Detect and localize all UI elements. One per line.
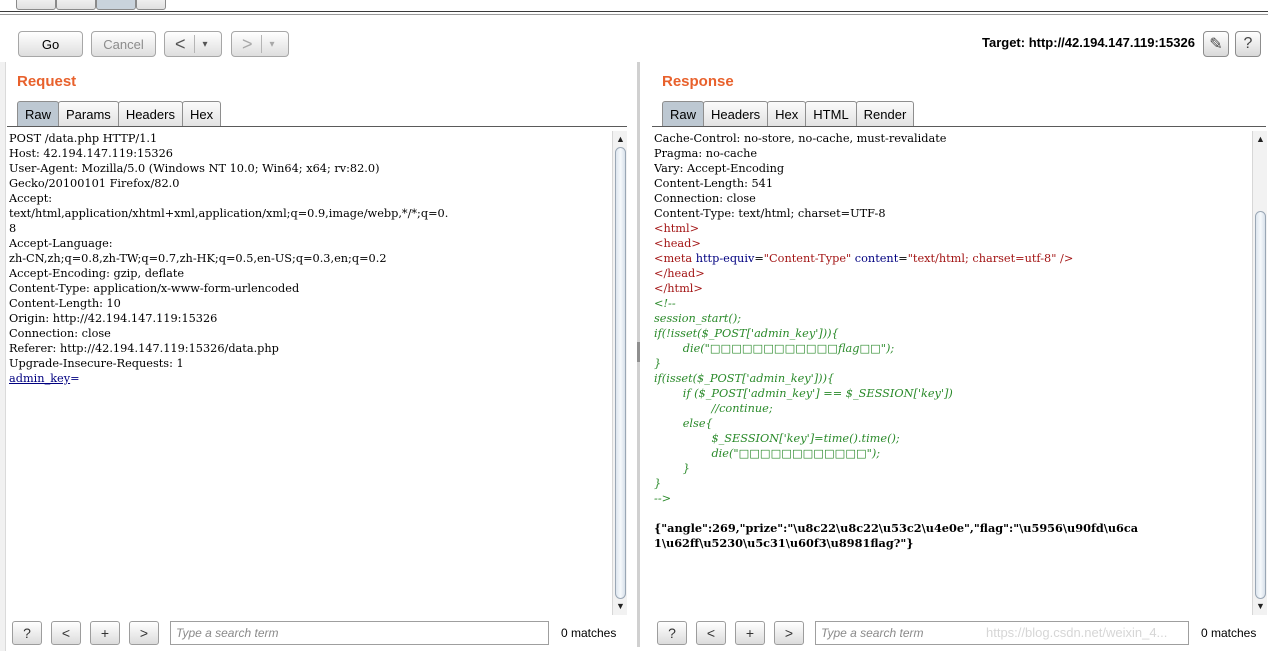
request-headers-text[interactable]: POST /data.php HTTP/1.1 Host: 42.194.147… bbox=[9, 131, 612, 371]
help-icon: ? bbox=[1243, 35, 1253, 52]
response-json-text[interactable]: {"angle":269,"prize":"\u8c22\u8c22\u53c2… bbox=[654, 521, 1252, 551]
dropdown-arrow-icon[interactable]: ▾ bbox=[270, 39, 275, 50]
help-icon: ? bbox=[668, 625, 676, 641]
response-search-prev-button[interactable]: < bbox=[696, 621, 726, 645]
chevron-right-icon: > bbox=[139, 625, 149, 641]
divider-grip-icon[interactable] bbox=[637, 342, 640, 362]
request-tab-rule bbox=[7, 126, 627, 127]
meta-attr-content: content bbox=[854, 252, 899, 265]
request-body-text[interactable]: admin_key= bbox=[9, 371, 612, 386]
response-tab-html[interactable]: HTML bbox=[805, 101, 857, 127]
top-tab-1[interactable] bbox=[16, 0, 56, 10]
response-tabs: Raw Headers Hex HTML Render bbox=[662, 101, 915, 127]
top-tab-more[interactable] bbox=[136, 0, 166, 10]
response-html-text[interactable]: <html> <head> <meta http-equiv="Content-… bbox=[654, 221, 1252, 296]
request-tabs: Raw Params Headers Hex bbox=[17, 101, 222, 127]
response-matches-count: 0 matches bbox=[1201, 626, 1257, 640]
request-search-prev-button[interactable]: < bbox=[51, 621, 81, 645]
plus-icon: + bbox=[100, 625, 110, 641]
response-title: Response bbox=[662, 73, 734, 90]
watermark-text: https://blog.csdn.net/weixin_4... bbox=[986, 625, 1168, 640]
head-open-tag: <head> bbox=[654, 237, 701, 250]
request-search-next-button[interactable]: > bbox=[129, 621, 159, 645]
scroll-down-icon[interactable]: ▼ bbox=[1256, 601, 1265, 611]
button-separator bbox=[260, 35, 262, 53]
request-tab-params[interactable]: Params bbox=[58, 101, 119, 127]
request-search-help-button[interactable]: ? bbox=[12, 621, 42, 645]
html-close-tag: </html> bbox=[654, 282, 703, 295]
pencil-icon: ✎ bbox=[1209, 36, 1223, 53]
response-search-add-button[interactable]: + bbox=[735, 621, 765, 645]
request-search-add-button[interactable]: + bbox=[90, 621, 120, 645]
request-title: Request bbox=[17, 73, 77, 90]
chevron-right-icon: > bbox=[242, 33, 253, 54]
target-label: Target: http://42.194.147.119:15326 bbox=[982, 35, 1195, 50]
back-button[interactable]: < ▾ bbox=[164, 31, 222, 57]
chevron-left-icon: < bbox=[175, 33, 186, 54]
response-comment-text[interactable]: <!-- session_start(); if(!isset($_POST['… bbox=[654, 296, 1252, 506]
top-tab-2[interactable] bbox=[56, 0, 96, 10]
plus-icon: + bbox=[745, 625, 755, 641]
response-tab-headers[interactable]: Headers bbox=[703, 101, 769, 127]
response-search-next-button[interactable]: > bbox=[774, 621, 804, 645]
help-button[interactable]: ? bbox=[1235, 31, 1261, 57]
response-scrollbar[interactable]: ▲ ▼ bbox=[1252, 131, 1267, 615]
meta-attr-http-equiv: http-equiv bbox=[695, 252, 755, 265]
scroll-up-icon[interactable]: ▲ bbox=[616, 134, 625, 144]
request-tab-raw[interactable]: Raw bbox=[17, 101, 60, 127]
edit-target-button[interactable]: ✎ bbox=[1203, 31, 1229, 57]
response-tab-rule bbox=[652, 126, 1266, 127]
html-open-tag: <html> bbox=[654, 222, 700, 235]
request-matches-count: 0 matches bbox=[561, 626, 617, 640]
body-param-eq: = bbox=[70, 372, 80, 385]
body-param-name: admin_key bbox=[9, 372, 71, 385]
response-tab-raw[interactable]: Raw bbox=[662, 101, 705, 127]
request-editor[interactable]: POST /data.php HTTP/1.1 Host: 42.194.147… bbox=[9, 131, 612, 615]
top-rule bbox=[0, 11, 1268, 12]
top-tab-repeater[interactable] bbox=[96, 0, 136, 10]
go-button[interactable]: Go bbox=[18, 31, 83, 57]
scroll-down-icon[interactable]: ▼ bbox=[616, 601, 625, 611]
button-separator bbox=[193, 35, 195, 53]
response-search-help-button[interactable]: ? bbox=[657, 621, 687, 645]
dropdown-arrow-icon[interactable]: ▾ bbox=[203, 39, 208, 50]
request-scroll-thumb[interactable] bbox=[615, 147, 626, 599]
chevron-right-icon: > bbox=[784, 625, 794, 641]
scroll-up-icon[interactable]: ▲ bbox=[1256, 134, 1265, 144]
chevron-left-icon: < bbox=[706, 625, 716, 641]
response-headers-text[interactable]: Cache-Control: no-store, no-cache, must-… bbox=[654, 131, 1252, 221]
meta-val-content-type: "Content-Type" bbox=[763, 252, 852, 265]
request-tab-hex[interactable]: Hex bbox=[181, 101, 222, 127]
response-scroll-thumb[interactable] bbox=[1255, 211, 1266, 599]
request-tab-headers[interactable]: Headers bbox=[117, 101, 183, 127]
request-search-input[interactable] bbox=[170, 621, 549, 645]
response-editor[interactable]: Cache-Control: no-store, no-cache, must-… bbox=[654, 131, 1252, 615]
meta-tag: <meta bbox=[654, 252, 693, 265]
response-tab-render[interactable]: Render bbox=[855, 101, 915, 127]
top-rule-light bbox=[0, 14, 1268, 15]
meta-val-charset: "text/html; charset=utf-8" bbox=[907, 252, 1057, 265]
response-tab-hex[interactable]: Hex bbox=[767, 101, 807, 127]
chevron-left-icon: < bbox=[61, 625, 71, 641]
left-edge-strip bbox=[0, 62, 6, 651]
cancel-button[interactable]: Cancel bbox=[91, 31, 156, 57]
forward-button[interactable]: > ▾ bbox=[231, 31, 289, 57]
request-scrollbar[interactable]: ▲ ▼ bbox=[612, 131, 627, 615]
meta-close: /> bbox=[1056, 252, 1074, 265]
head-close-tag: </head> bbox=[654, 267, 705, 280]
help-icon: ? bbox=[23, 625, 31, 641]
